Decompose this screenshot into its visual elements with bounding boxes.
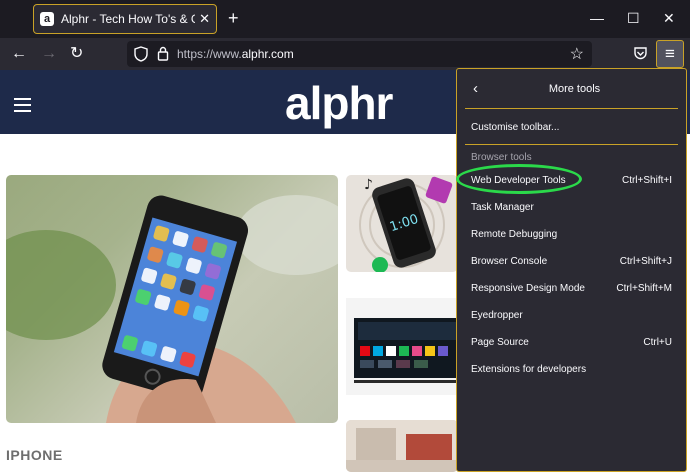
minimize-button[interactable]: — [590,8,604,28]
article-thumbnail[interactable] [346,420,458,472]
navigation-toolbar: ← → ↻ https://www.alphr.com ☆ ≡ [0,38,690,70]
hero-article-image[interactable] [6,175,338,423]
svg-text:♪: ♪ [364,177,373,193]
menu-item-label: Task Manager [471,201,534,213]
menu-item-label: Page Source [471,336,529,348]
hand-holding-iphone-image [6,195,338,423]
menu-item-customise-toolbar[interactable]: Customise toolbar... [471,116,672,138]
smartwatch-article-thumbnail[interactable]: 1:00 ♪ [346,175,458,272]
menu-divider [465,108,678,109]
menu-item-label: Extensions for developers [471,363,587,375]
menu-header: ‹ More tools [457,69,686,109]
more-tools-menu: ‹ More tools Customise toolbar... Browse… [456,68,687,472]
menu-item-responsive-design-mode[interactable]: Responsive Design Mode Ctrl+Shift+M [471,277,672,299]
menu-item-shortcut: Ctrl+Shift+I [621,174,672,186]
close-icon[interactable]: ✕ [199,11,210,27]
menu-item-label: Eyedropper [471,309,523,321]
menu-item-eyedropper[interactable]: Eyedropper [471,304,672,326]
app-menu-button[interactable]: ≡ [656,40,684,68]
maximize-button[interactable]: ☐ [627,8,640,28]
site-favicon-icon: a [40,12,54,26]
url-text: https://www.alphr.com [177,47,294,61]
reload-button[interactable]: ↻ [70,44,83,64]
menu-item-task-manager[interactable]: Task Manager [471,196,672,218]
menu-item-shortcut: Ctrl+Shift+J [619,255,672,267]
tracking-shield-icon[interactable] [134,46,148,62]
highlight-ring [456,164,582,194]
menu-item-extensions-for-developers[interactable]: Extensions for developers [471,358,672,380]
menu-item-shortcut: Ctrl+Shift+M [616,282,672,294]
bookmark-star-icon[interactable]: ☆ [570,44,584,64]
menu-item-label: Remote Debugging [471,228,558,240]
tab-title: Alphr - Tech How To's & Guides [61,12,195,26]
menu-item-remote-debugging[interactable]: Remote Debugging [471,223,672,245]
menu-item-browser-console[interactable]: Browser Console Ctrl+Shift+J [471,250,672,272]
browser-tools-section-label: Browser tools [471,152,532,163]
title-bar: a Alphr - Tech How To's & Guides ✕ + — ☐… [0,0,690,38]
lock-icon[interactable] [157,46,169,61]
back-button[interactable]: ← [11,44,27,64]
menu-title: More tools [548,83,601,95]
tv-article-thumbnail[interactable] [346,298,458,395]
new-tab-button[interactable]: + [228,8,239,28]
alphr-logo[interactable]: alphr [285,78,393,128]
menu-item-label: Responsive Design Mode [471,282,585,294]
menu-item-label: Browser Console [471,255,548,267]
window-close-button[interactable]: ✕ [663,8,675,28]
menu-item-page-source[interactable]: Page Source Ctrl+U [471,331,672,353]
pocket-icon[interactable] [633,46,648,61]
forward-button[interactable]: → [41,44,57,64]
tab-alphr[interactable]: a Alphr - Tech How To's & Guides ✕ [33,4,217,34]
url-bar[interactable]: https://www.alphr.com ☆ [127,41,592,67]
article-category[interactable]: IPHONE [6,447,63,463]
menu-divider [465,144,678,145]
site-menu-icon[interactable] [14,98,31,112]
menu-item-label: Customise toolbar... [471,121,560,133]
menu-item-shortcut: Ctrl+U [643,336,672,348]
